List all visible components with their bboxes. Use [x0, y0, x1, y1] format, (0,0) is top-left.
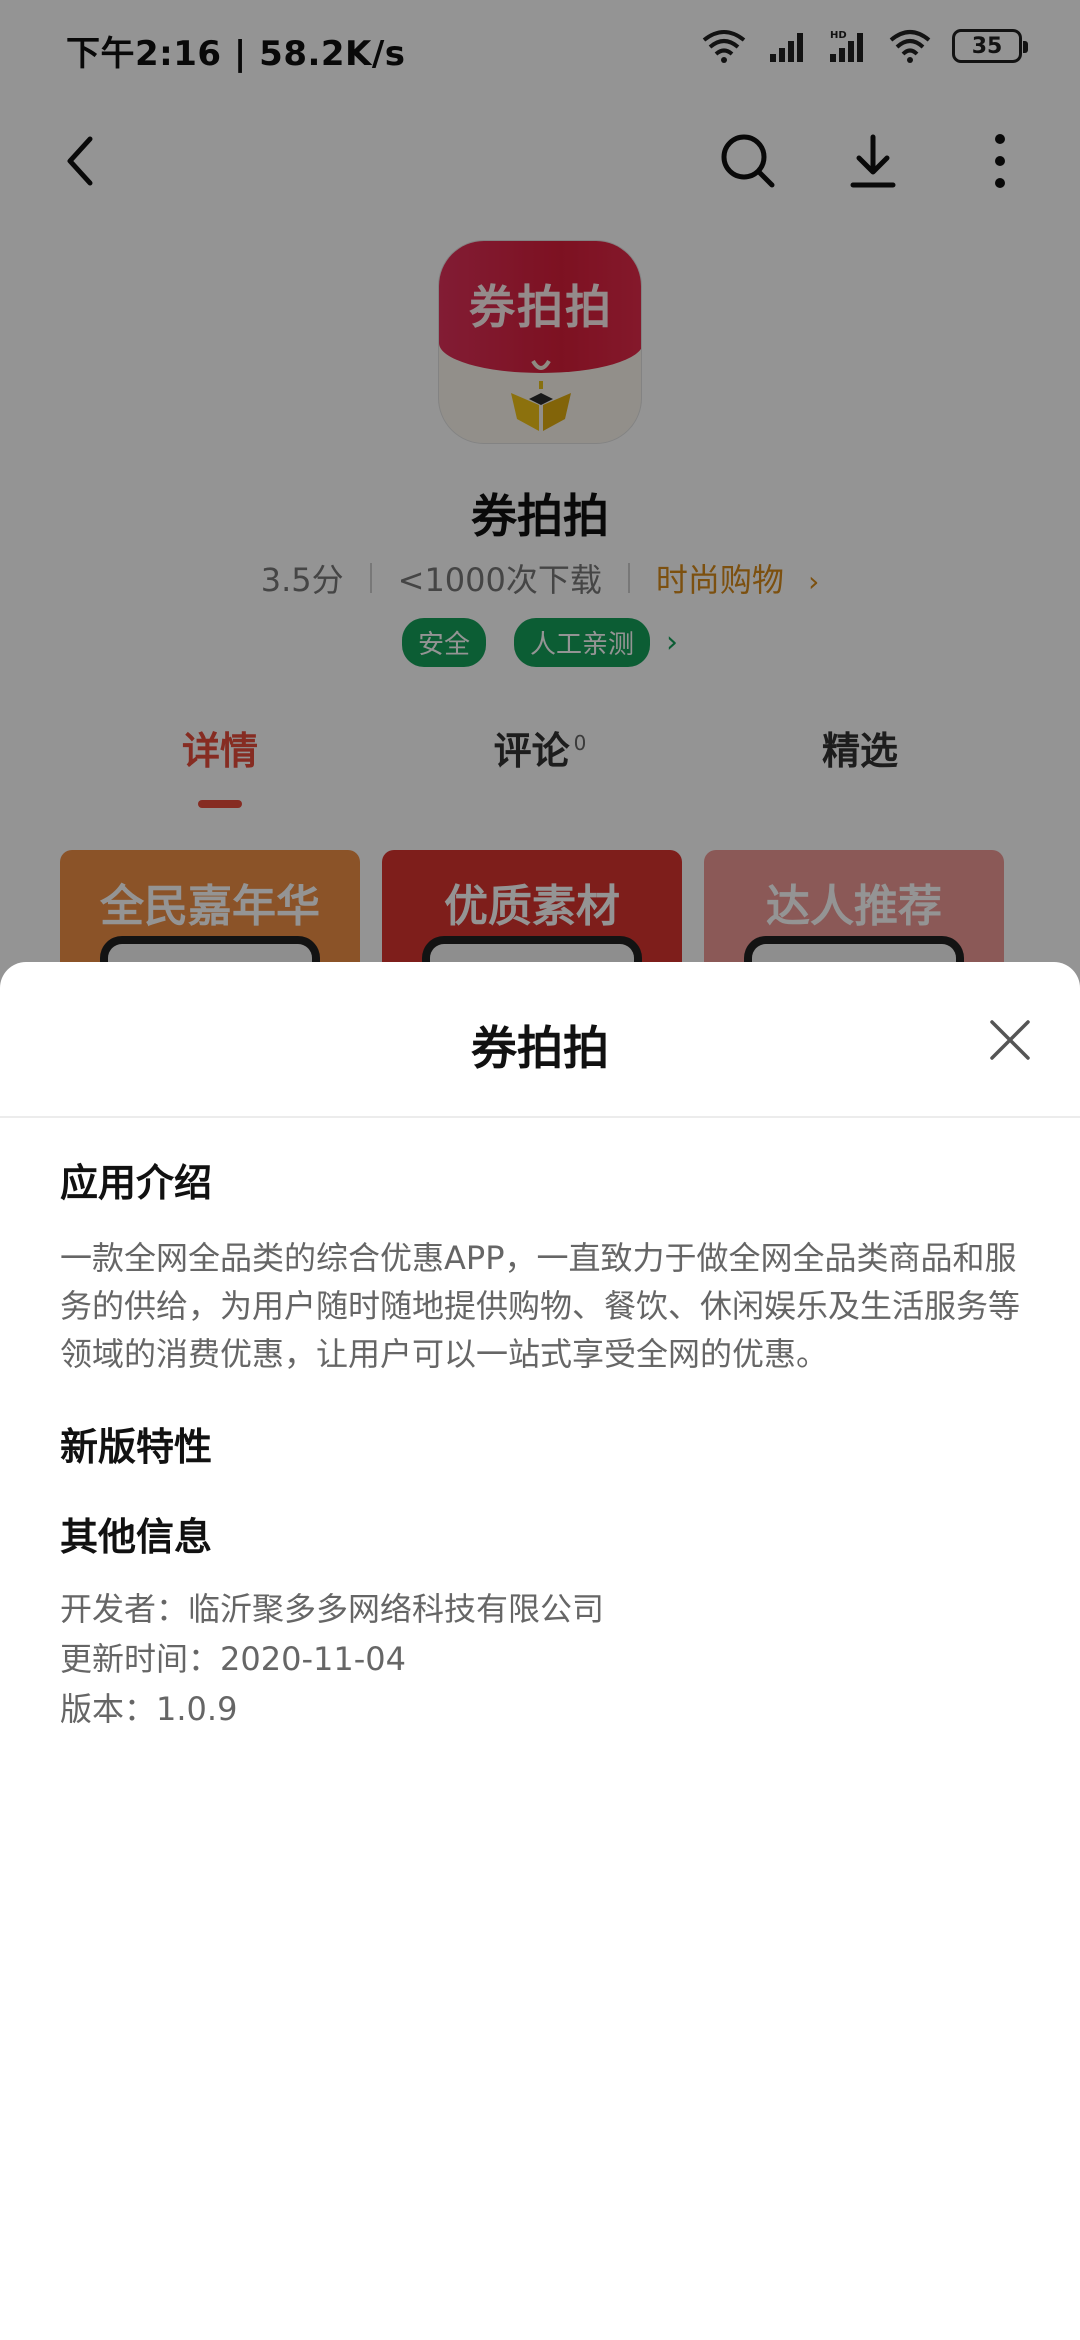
app-info-sheet: 券拍拍 应用介绍 一款全网全品类的综合优惠APP，一直致力于做全网全品类商品和服… — [0, 962, 1080, 2340]
version-info: 版本：1.0.9 — [60, 1690, 238, 1728]
close-icon — [990, 1020, 1030, 1060]
sheet-body: 应用介绍 一款全网全品类的综合优惠APP，一直致力于做全网全品类商品和服务的供给… — [60, 1158, 1020, 1734]
close-button[interactable] — [970, 1000, 1050, 1080]
update-time-info: 更新时间：2020-11-04 — [60, 1640, 406, 1678]
new-features-heading: 新版特性 — [60, 1425, 213, 1469]
intro-heading: 应用介绍 — [60, 1161, 213, 1205]
developer-info: 开发者：临沂聚多多网络科技有限公司 — [60, 1590, 605, 1628]
other-info-list: 开发者：临沂聚多多网络科技有限公司 更新时间：2020-11-04 版本：1.0… — [60, 1584, 1020, 1734]
other-info-heading: 其他信息 — [60, 1515, 213, 1559]
sheet-title: 券拍拍 — [471, 1021, 609, 1075]
intro-text: 一款全网全品类的综合优惠APP，一直致力于做全网全品类商品和服务的供给，为用户随… — [60, 1239, 1021, 1373]
sheet-header: 券拍拍 — [0, 962, 1080, 1118]
